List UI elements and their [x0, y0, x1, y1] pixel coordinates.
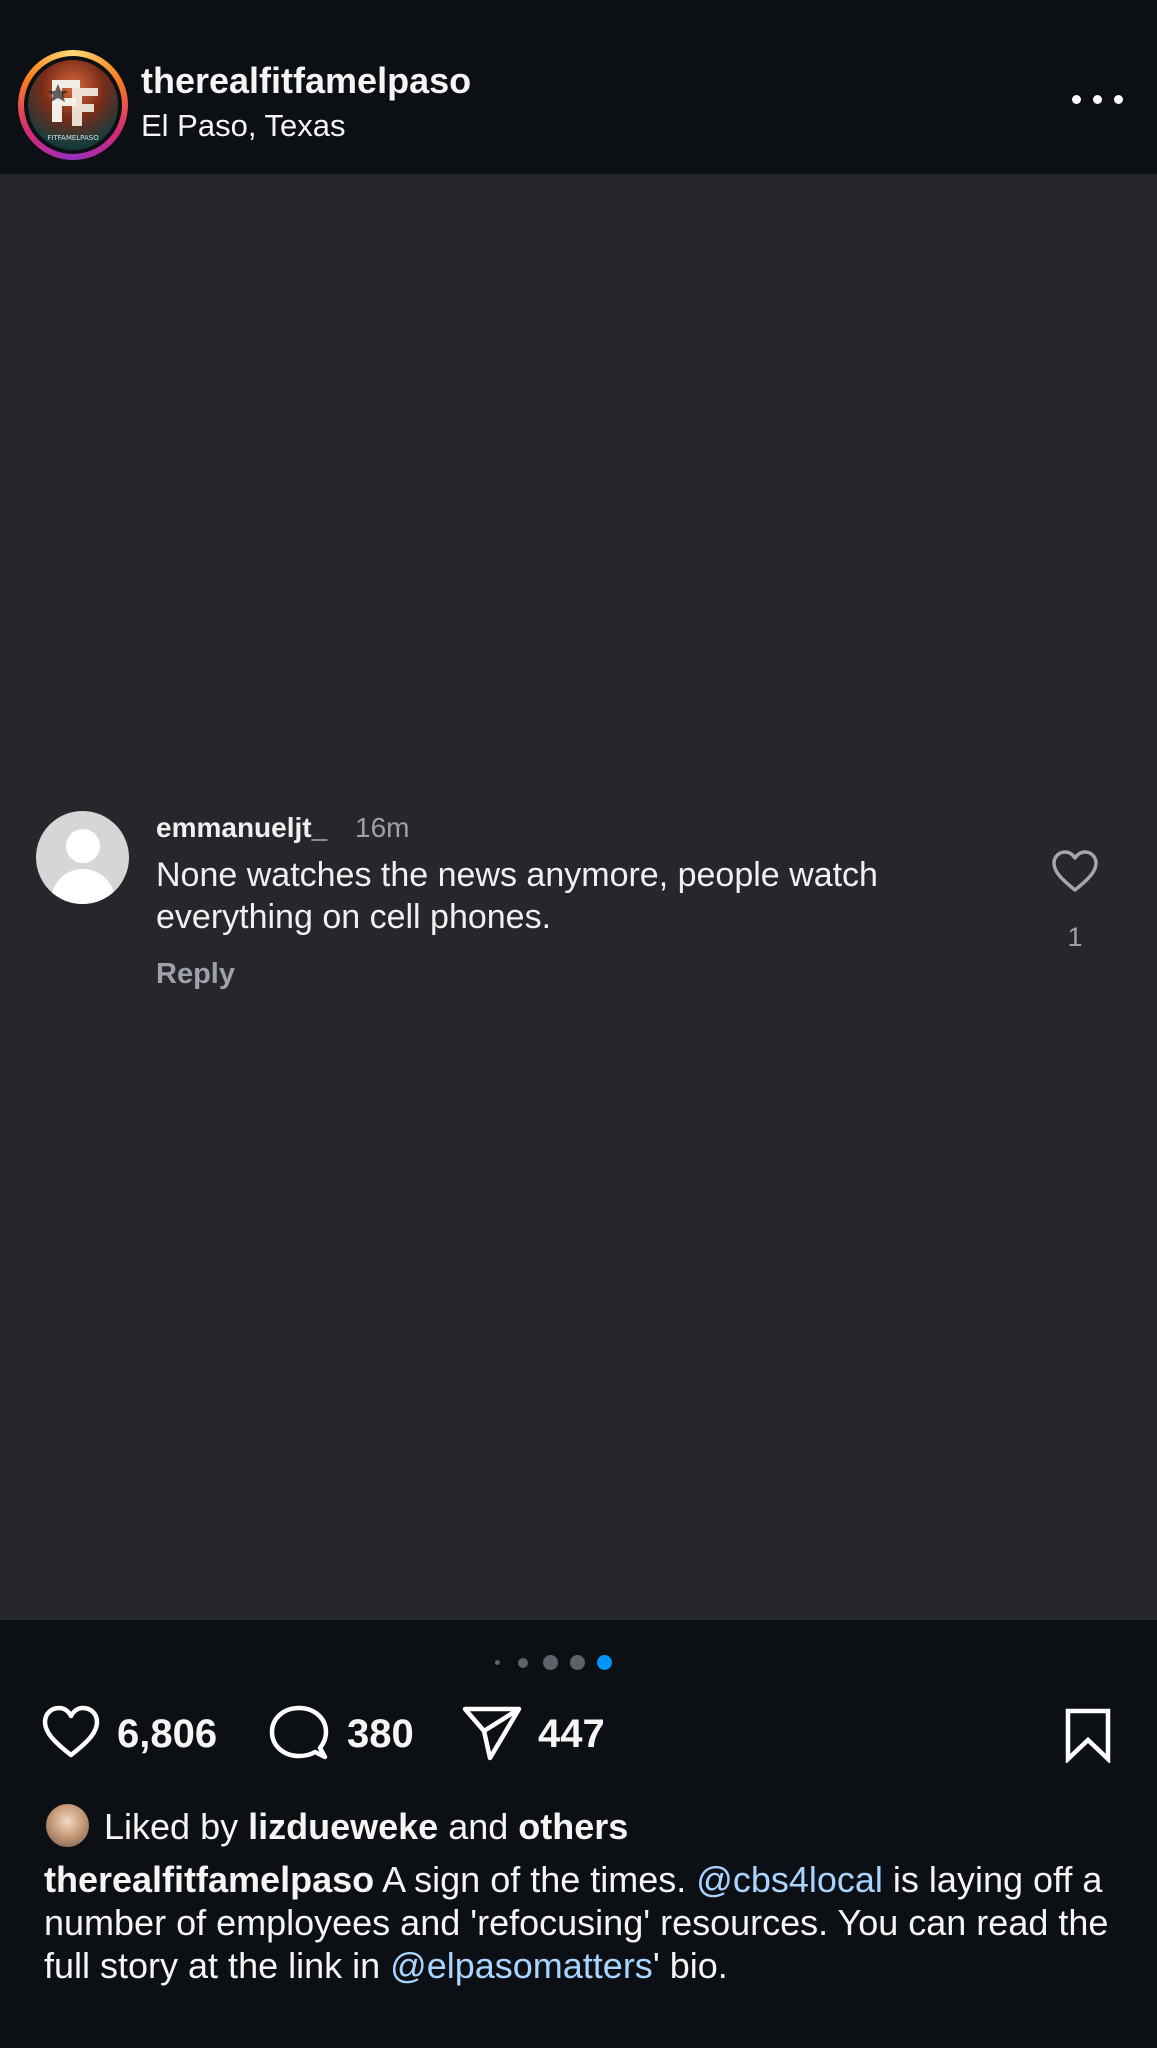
more-icon	[1072, 95, 1081, 104]
fitfam-logo-icon: FITFAMELPASO	[47, 80, 99, 142]
caption-mention-cbs4local[interactable]: @cbs4local	[696, 1859, 883, 1900]
post-username[interactable]: therealfitfamelpaso	[141, 60, 471, 102]
post-caption: therealfitfamelpaso A sign of the times.…	[44, 1859, 1109, 1986]
comment-count[interactable]: 380	[347, 1712, 414, 1757]
liked-by-others[interactable]: others	[518, 1806, 628, 1847]
more-options-button[interactable]	[1070, 90, 1126, 112]
comment-avatar	[36, 811, 129, 904]
profile-avatar[interactable]: FITFAMELPASO	[28, 60, 118, 150]
liked-by-user[interactable]: lizdueweke	[248, 1806, 438, 1847]
share-icon[interactable]	[461, 1704, 523, 1762]
carousel-indicator	[490, 1652, 620, 1672]
caption-mention-elpasomatters[interactable]: @elpasomatters	[390, 1945, 653, 1986]
carousel-dot	[518, 1658, 528, 1668]
liked-by-text[interactable]: Liked by lizdueweke and others	[104, 1806, 628, 1848]
share-count[interactable]: 447	[538, 1712, 605, 1757]
post-header: FITFAMELPASO therealfitfamelpaso El Paso…	[0, 0, 1157, 174]
comment-reply-label: Reply	[156, 958, 235, 990]
svg-text:FITFAMELPASO: FITFAMELPASO	[47, 134, 99, 142]
post-location[interactable]: El Paso, Texas	[141, 108, 345, 144]
comment-like-count: 1	[1067, 922, 1083, 952]
carousel-dot	[570, 1655, 585, 1670]
comment-action[interactable]: 380	[268, 1704, 438, 1764]
comment-time: 16m	[355, 812, 410, 843]
profile-avatar-ring[interactable]: FITFAMELPASO	[18, 50, 128, 160]
heart-icon[interactable]	[40, 1704, 102, 1760]
carousel-dot	[543, 1655, 558, 1670]
caption-username[interactable]: therealfitfamelpaso	[44, 1859, 374, 1900]
like-count[interactable]: 6,806	[117, 1712, 217, 1757]
comment-username: emmanueljt_	[156, 812, 328, 843]
liked-by-avatar[interactable]	[44, 1802, 91, 1849]
share-action[interactable]: 447	[461, 1704, 631, 1764]
comment-text: None watches the news anymore, people wa…	[156, 856, 878, 936]
like-action[interactable]: 6,806	[40, 1704, 240, 1764]
comment-heart-icon	[1052, 850, 1098, 892]
comment-icon[interactable]	[268, 1704, 330, 1762]
carousel-dot	[495, 1660, 500, 1665]
bookmark-icon[interactable]	[1063, 1707, 1113, 1763]
carousel-dot-active	[597, 1655, 612, 1670]
